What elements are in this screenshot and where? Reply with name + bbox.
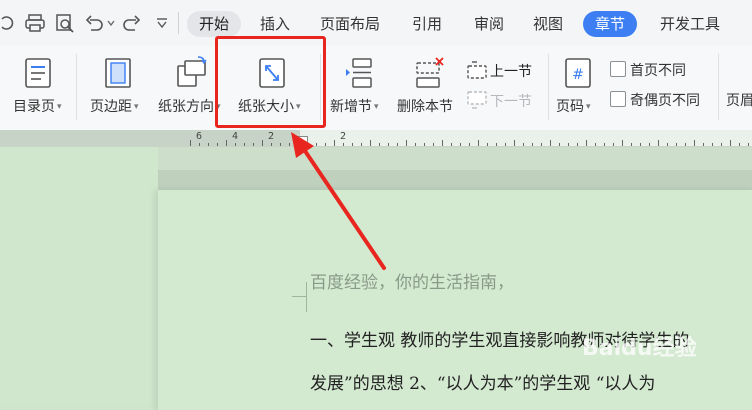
red-arrow bbox=[291, 132, 386, 270]
